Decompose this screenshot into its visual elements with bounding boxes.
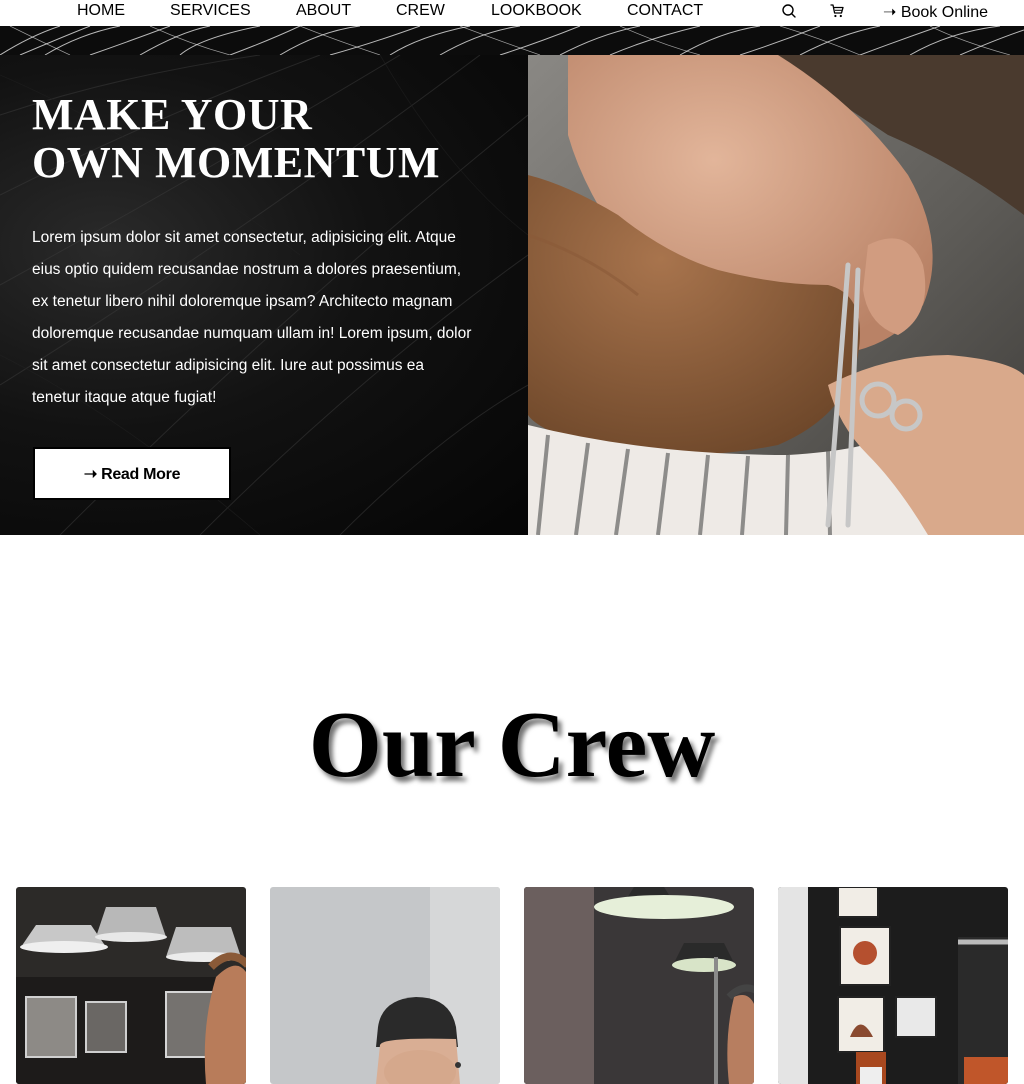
nav-home[interactable]: HOME xyxy=(77,2,125,20)
hero-text-panel: MAKE YOUR OWN MOMENTUM Lorem ipsum dolor… xyxy=(0,55,528,535)
hero-description: Lorem ipsum dolor sit amet consectetur, … xyxy=(32,229,472,406)
crew-photo-1 xyxy=(16,887,246,1084)
crew-photo-3 xyxy=(524,887,754,1084)
nav-lookbook[interactable]: LOOKBOOK xyxy=(491,2,582,20)
hero-heading-line-1: MAKE YOUR xyxy=(32,90,313,139)
nav-services[interactable]: SERVICES xyxy=(170,2,251,20)
crew-card-2[interactable] xyxy=(270,887,500,1084)
hair-texture-banner xyxy=(0,26,1024,55)
cart-icon[interactable] xyxy=(829,3,845,19)
hero-image-beard-trim xyxy=(528,55,1024,535)
nav-contact[interactable]: CONTACT xyxy=(627,2,703,20)
top-nav: HOME SERVICES ABOUT CREW LOOKBOOK CONTAC… xyxy=(0,0,1024,26)
crew-card-3[interactable] xyxy=(524,887,754,1084)
hero-heading: MAKE YOUR OWN MOMENTUM xyxy=(32,91,512,187)
search-icon[interactable] xyxy=(781,3,797,19)
nav-about[interactable]: ABOUT xyxy=(296,2,351,20)
crew-section-title: Our Crew xyxy=(308,693,716,797)
read-more-button[interactable]: ➝ Read More xyxy=(33,447,231,500)
hero-heading-line-2: OWN MOMENTUM xyxy=(32,138,441,187)
book-online-button[interactable]: ➝ Book Online xyxy=(883,2,988,22)
crew-photo-4 xyxy=(778,887,1008,1084)
crew-photo-2 xyxy=(270,887,500,1084)
crew-card-1[interactable] xyxy=(16,887,246,1084)
nav-crew[interactable]: CREW xyxy=(396,2,445,20)
crew-card-4[interactable] xyxy=(778,887,1008,1084)
